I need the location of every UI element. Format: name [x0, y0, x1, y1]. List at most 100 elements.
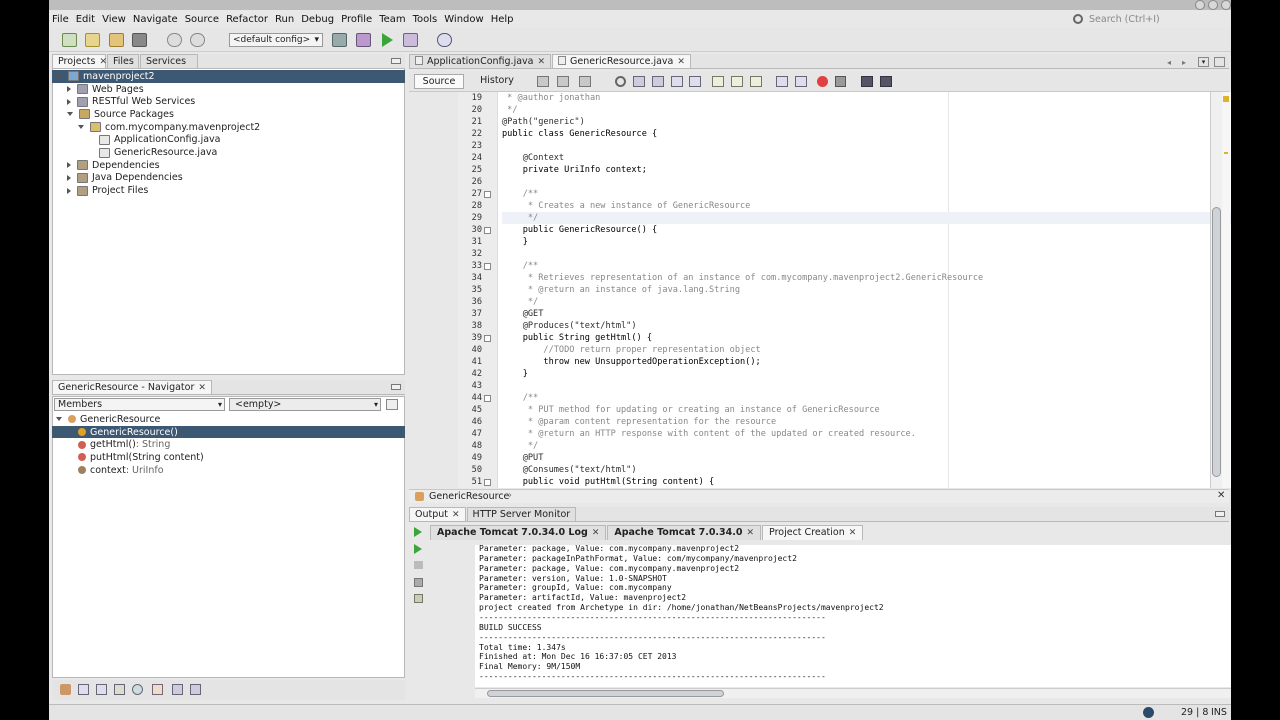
find-icon[interactable] [615, 76, 626, 87]
output-subtab[interactable]: Apache Tomcat 7.0.34.0 Log ✕ [430, 525, 607, 540]
collapsed-icon[interactable] [67, 174, 71, 181]
code-line[interactable]: } [502, 368, 528, 380]
scroll-tabs-right-icon[interactable]: ▸ [1182, 58, 1186, 67]
menu-navigate[interactable]: Navigate [133, 14, 178, 25]
collapsed-icon[interactable] [67, 187, 71, 194]
tree-item[interactable]: Dependencies [52, 159, 405, 172]
settings-icon[interactable] [414, 594, 423, 603]
output-h-scrollbar[interactable] [475, 688, 1231, 698]
collapsed-icon[interactable] [67, 98, 71, 105]
tree-item[interactable]: mavenproject2 [52, 70, 405, 83]
close-icon[interactable]: ✕ [198, 383, 206, 393]
expanded-icon[interactable] [67, 112, 73, 117]
menu-window[interactable]: Window [444, 14, 483, 25]
warning-marker[interactable] [1224, 152, 1228, 154]
uncomment-icon[interactable] [880, 76, 892, 87]
fold-icon[interactable] [484, 226, 491, 234]
code-line[interactable]: public String getHtml() { [502, 332, 652, 344]
fold-icon[interactable] [484, 262, 491, 270]
profile-icon[interactable] [437, 33, 452, 47]
inner-classes-icon[interactable] [132, 684, 143, 695]
redo-icon[interactable] [190, 33, 205, 47]
collapsed-icon[interactable] [67, 162, 71, 169]
tree-item[interactable]: Java Dependencies [52, 172, 405, 185]
notifications-icon[interactable] [1143, 707, 1154, 718]
maximize-editor-icon[interactable] [1214, 57, 1225, 67]
tree-item[interactable]: com.mycompany.mavenproject2 [52, 121, 405, 134]
close-icon[interactable]: ✕ [1217, 490, 1225, 501]
last-edit-icon[interactable] [537, 76, 549, 87]
menu-edit[interactable]: Edit [76, 14, 95, 25]
code-line[interactable]: public class GenericResource { [502, 128, 657, 140]
output-console[interactable]: Parameter: package, Value: com.mycompany… [475, 545, 1231, 687]
tab-list-icon[interactable]: ▾ [1198, 57, 1209, 67]
stop-macro-icon[interactable] [835, 76, 846, 87]
navigator-item[interactable]: putHtml(String content) [52, 451, 405, 464]
code-line[interactable]: */ [502, 296, 538, 308]
config-dropdown[interactable]: <default config> ▾ [229, 33, 323, 47]
collapsed-icon[interactable] [67, 86, 71, 93]
close-icon[interactable]: ✕ [849, 528, 857, 538]
save-all-icon[interactable] [132, 33, 147, 47]
code-line[interactable]: public void putHtml(String content) { [502, 476, 714, 488]
static-icon[interactable] [96, 684, 107, 695]
code-line[interactable]: private UriInfo context; [502, 164, 647, 176]
code-line[interactable]: @PUT [502, 452, 544, 464]
code-line[interactable]: * Retrieves representation of an instanc… [502, 272, 983, 284]
tab-files[interactable]: Files [107, 54, 139, 68]
sort-name-icon[interactable] [172, 684, 183, 695]
code-line[interactable]: */ [502, 104, 517, 116]
find-previous-icon[interactable] [633, 76, 645, 87]
nonpublic-icon[interactable] [114, 684, 125, 695]
rerun-icon[interactable] [414, 527, 422, 537]
toggle-selection-icon[interactable] [689, 76, 701, 87]
menu-source[interactable]: Source [185, 14, 219, 25]
highlight-icon[interactable] [671, 76, 683, 87]
code-line[interactable]: */ [502, 211, 1231, 224]
code-line[interactable]: @Path("generic") [502, 116, 585, 128]
warning-marker[interactable] [1223, 96, 1229, 102]
build-icon[interactable] [332, 33, 347, 47]
new-file-icon[interactable] [62, 33, 77, 47]
tab-http-server-monitor[interactable]: HTTP Server Monitor [466, 507, 577, 521]
expanded-icon[interactable] [56, 74, 62, 79]
debug-icon[interactable] [403, 33, 418, 47]
code-editor[interactable]: 19 * @author jonathan 20 */ 21 @Path("gener… [458, 92, 1231, 488]
tree-item[interactable]: GenericResource.java [52, 146, 405, 159]
search-box[interactable]: Search (Ctrl+I) [1073, 11, 1223, 27]
code-line[interactable]: */ [502, 440, 538, 452]
shift-left-icon[interactable] [776, 76, 788, 87]
run-icon[interactable] [382, 33, 393, 47]
code-line[interactable]: //TODO return proper representation obje… [502, 344, 760, 356]
code-line[interactable]: throw new UnsupportedOperationException(… [502, 356, 760, 368]
stop-icon[interactable] [414, 578, 423, 587]
navigator-item[interactable]: GenericResource() [52, 425, 405, 439]
clean-build-icon[interactable] [356, 33, 371, 47]
close-window-icon[interactable] [1221, 0, 1231, 10]
code-line[interactable]: * @return an HTTP response with content … [502, 428, 916, 440]
close-icon[interactable]: ✕ [99, 57, 107, 67]
scrollbar-thumb[interactable] [487, 690, 724, 697]
code-line[interactable]: @GET [502, 308, 544, 320]
search-input[interactable]: Search (Ctrl+I) [1089, 14, 1160, 25]
close-icon[interactable]: ✕ [677, 57, 685, 67]
step-icon[interactable] [414, 561, 423, 569]
code-line[interactable]: * PUT method for updating or creating an… [502, 404, 880, 416]
close-icon[interactable]: ✕ [746, 528, 754, 538]
scroll-tabs-left-icon[interactable]: ◂ [1167, 58, 1171, 67]
menu-help[interactable]: Help [491, 14, 514, 25]
breadcrumb[interactable]: GenericResource [429, 491, 509, 502]
code-line[interactable]: @Context [502, 152, 564, 164]
prev-bookmark-icon[interactable] [712, 76, 724, 87]
output-subtab[interactable]: Project Creation ✕ [762, 525, 864, 540]
fold-icon[interactable] [484, 190, 491, 198]
tab-navigator[interactable]: GenericResource - Navigator ✕ [52, 380, 212, 394]
menu-run[interactable]: Run [275, 14, 294, 25]
empty-dropdown[interactable]: <empty> ▾ [229, 398, 381, 411]
menu-tools[interactable]: Tools [413, 14, 438, 25]
forward-icon[interactable] [579, 76, 591, 87]
code-line[interactable]: /** [502, 260, 539, 272]
minimize-icon[interactable] [1195, 0, 1205, 10]
undo-icon[interactable] [167, 33, 182, 47]
code-line[interactable]: * Creates a new instance of GenericResou… [502, 200, 751, 212]
